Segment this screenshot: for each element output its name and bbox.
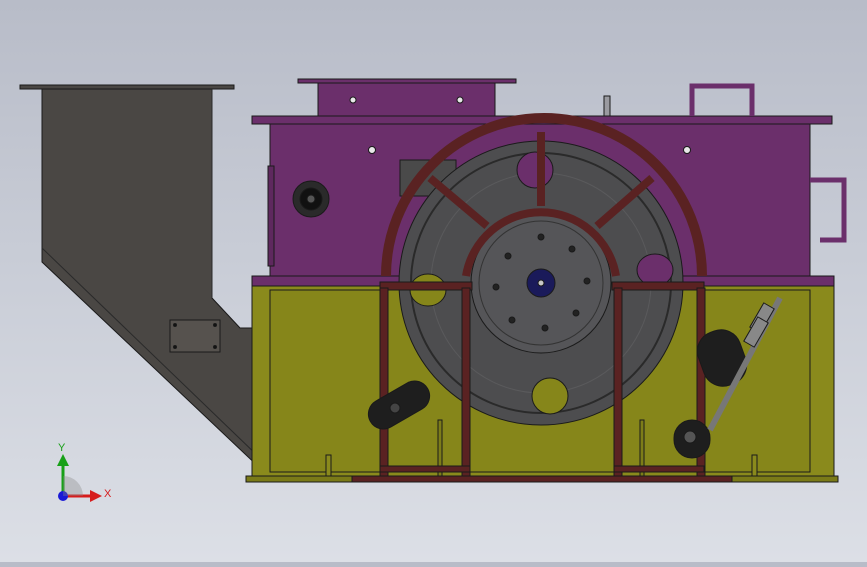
feed-hopper[interactable] (19, 84, 273, 471)
coordinate-triad: Y X (40, 438, 130, 518)
x-axis-label: X (104, 488, 112, 500)
y-axis-label: Y (58, 442, 66, 454)
model-drawing[interactable] (0, 0, 867, 562)
coordinate-triad-icon (57, 454, 102, 502)
cad-viewport[interactable]: Y X (0, 0, 867, 562)
